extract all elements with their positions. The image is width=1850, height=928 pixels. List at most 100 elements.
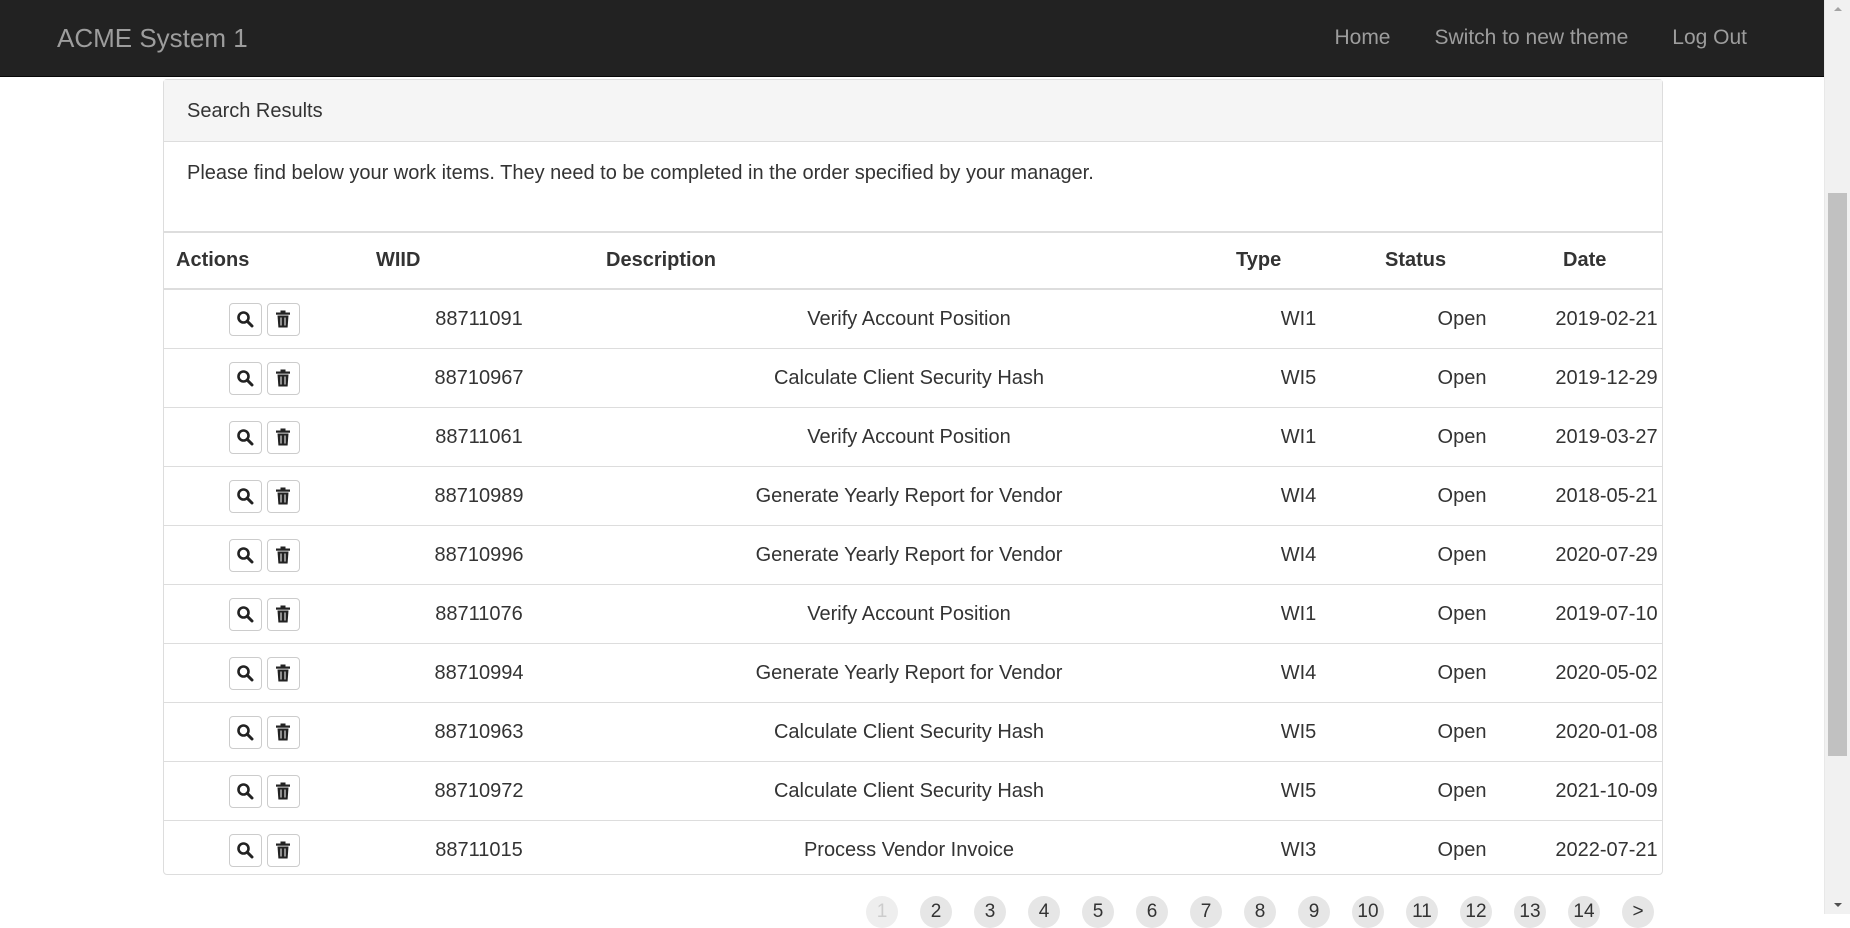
view-item-button[interactable] <box>228 361 262 395</box>
cell-description: Verify Account Position <box>594 407 1224 467</box>
trash-icon <box>275 487 291 505</box>
pagination-page-4[interactable]: 4 <box>1028 896 1060 928</box>
view-item-button[interactable] <box>228 774 262 808</box>
delete-item-button[interactable] <box>266 302 300 336</box>
view-item-button[interactable] <box>228 833 262 867</box>
nav-home-link[interactable]: Home <box>1312 22 1412 54</box>
column-header-status: Status <box>1373 233 1551 290</box>
cell-wiid: 88711061 <box>364 407 594 467</box>
view-item-button[interactable] <box>228 302 262 336</box>
cell-type: WI5 <box>1224 348 1373 408</box>
cell-wiid: 88710996 <box>364 525 594 585</box>
pagination-page-10[interactable]: 10 <box>1352 896 1384 928</box>
pagination-page-9[interactable]: 9 <box>1298 896 1330 928</box>
cell-wiid: 88711091 <box>435 307 523 330</box>
search-icon <box>236 664 254 682</box>
search-icon <box>236 723 254 741</box>
delete-item-button[interactable] <box>266 538 300 572</box>
cell-status: Open <box>1373 348 1551 408</box>
pagination-page-14[interactable]: 14 <box>1568 896 1600 928</box>
pagination-page-5[interactable]: 5 <box>1082 896 1114 928</box>
row-actions-cell <box>164 761 364 821</box>
top-navbar: ACME System 1 Home Switch to new theme L… <box>0 0 1824 77</box>
cell-type: WI3 <box>1224 820 1373 879</box>
scroll-up-arrow-icon[interactable] <box>1825 0 1850 18</box>
pagination-page-1[interactable]: 1 <box>866 896 898 928</box>
cell-status: Open <box>1373 584 1551 644</box>
column-header-actions: Actions <box>164 233 364 290</box>
trash-icon <box>275 782 291 800</box>
pagination-next[interactable]: > <box>1622 896 1654 928</box>
delete-item-button[interactable] <box>266 833 300 867</box>
nav-switch-theme-link[interactable]: Switch to new theme <box>1413 22 1651 54</box>
cell-description: Verify Account Position <box>807 307 1011 330</box>
row-actions-cell <box>164 702 364 762</box>
delete-item-button[interactable] <box>266 656 300 690</box>
scroll-down-arrow-icon[interactable] <box>1825 896 1850 914</box>
search-icon <box>236 310 254 328</box>
pagination-page-2[interactable]: 2 <box>920 896 952 928</box>
trash-icon <box>275 369 291 387</box>
search-icon <box>236 369 254 387</box>
delete-item-button[interactable] <box>266 774 300 808</box>
cell-description: Calculate Client Security Hash <box>594 348 1224 408</box>
panel-intro-text: Please find below your work items. They … <box>164 142 1662 233</box>
view-item-button[interactable] <box>228 597 262 631</box>
trash-icon <box>275 310 291 328</box>
row-actions-cell <box>164 584 364 644</box>
pagination-page-7[interactable]: 7 <box>1190 896 1222 928</box>
cell-wiid: 88711076 <box>364 584 594 644</box>
cell-type: WI4 <box>1224 525 1373 585</box>
delete-item-button[interactable] <box>266 420 300 454</box>
table-row: 88710996 Generate Yearly Report for Vendo… <box>164 525 1662 585</box>
cell-status: Open <box>1373 466 1551 526</box>
row-actions-cell <box>164 643 364 703</box>
cell-date: 2020-01-08 <box>1551 702 1662 762</box>
cell-wiid: 88710967 <box>364 348 594 408</box>
table-row: 88711015 Process Vendor Invoice WI3 Open 202… <box>164 820 1662 879</box>
delete-item-button[interactable] <box>266 597 300 631</box>
row-actions-cell <box>164 289 364 349</box>
delete-item-button[interactable] <box>266 479 300 513</box>
pagination-page-13[interactable]: 13 <box>1514 896 1546 928</box>
cell-date: 2019-02-21 <box>1555 307 1658 330</box>
view-item-button[interactable] <box>228 538 262 572</box>
column-header-type: Type <box>1224 233 1373 290</box>
vertical-scrollbar[interactable] <box>1824 0 1850 914</box>
pagination-page-6[interactable]: 6 <box>1136 896 1168 928</box>
app-brand[interactable]: ACME System 1 <box>57 20 248 56</box>
delete-item-button[interactable] <box>266 361 300 395</box>
cell-type: WI1 <box>1224 407 1373 467</box>
scrollbar-thumb[interactable] <box>1828 193 1847 756</box>
cell-type: WI5 <box>1224 702 1373 762</box>
trash-icon <box>275 546 291 564</box>
cell-type: WI5 <box>1224 761 1373 821</box>
table-row: 88710963 Calculate Client Security Hash WI… <box>164 702 1662 762</box>
pagination-page-8[interactable]: 8 <box>1244 896 1276 928</box>
delete-item-button[interactable] <box>266 715 300 749</box>
pagination-page-3[interactable]: 3 <box>974 896 1006 928</box>
table-body: 88711091 Verify Account Position WI1 Open 20… <box>164 289 1662 879</box>
cell-status: Open <box>1373 407 1551 467</box>
view-item-button[interactable] <box>228 420 262 454</box>
cell-type: WI1 <box>1224 584 1373 644</box>
cell-status: Open <box>1373 525 1551 585</box>
cell-wiid: 88710972 <box>364 761 594 821</box>
trash-icon <box>275 428 291 446</box>
cell-description: Calculate Client Security Hash <box>594 761 1224 821</box>
cell-status: Open <box>1373 820 1551 879</box>
view-item-button[interactable] <box>228 479 262 513</box>
trash-icon <box>275 841 291 859</box>
view-item-button[interactable] <box>228 656 262 690</box>
nav-logout-link[interactable]: Log Out <box>1650 22 1769 54</box>
table-row: 88710967 Calculate Client Security Hash WI… <box>164 348 1662 408</box>
cell-status: Open <box>1373 643 1551 703</box>
cell-description: Generate Yearly Report for Vendor <box>594 525 1224 585</box>
view-item-button[interactable] <box>228 715 262 749</box>
pagination-page-12[interactable]: 12 <box>1460 896 1492 928</box>
cell-description: Generate Yearly Report for Vendor <box>594 643 1224 703</box>
pagination-page-11[interactable]: 11 <box>1406 896 1438 928</box>
cell-date: 2022-07-21 <box>1551 820 1662 879</box>
cell-date: 2019-12-29 <box>1551 348 1662 408</box>
search-results-panel: Search Results Please find below your wo… <box>163 79 1663 879</box>
